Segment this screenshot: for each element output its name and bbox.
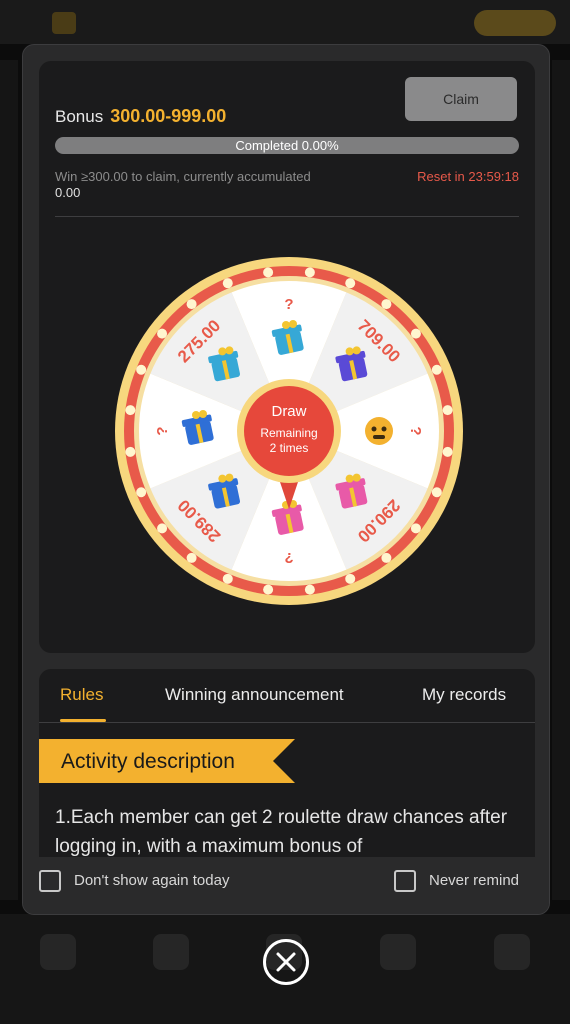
segment-label: ? xyxy=(284,549,293,566)
remaining-count: 2 times xyxy=(270,441,309,455)
activity-description-title: Activity description xyxy=(61,750,235,773)
roulette-wheel-graphic: ?709.00?290.00?289.00?275.00DrawRemainin… xyxy=(115,257,463,605)
rim-light xyxy=(263,584,274,595)
win-requirement-text: Win ≥300.00 to claim, currently accumula… xyxy=(55,169,315,201)
emoji-eye xyxy=(381,426,387,432)
activity-description-text: 1.Each member can get 2 roulette draw ch… xyxy=(55,807,508,857)
rim-light xyxy=(136,364,147,375)
win-requirement-label: Win ≥300.00 to claim, currently accumula… xyxy=(55,169,311,184)
dont-show-checkbox[interactable] xyxy=(39,870,61,892)
background-nav-icon xyxy=(494,934,530,970)
rim-light xyxy=(410,523,421,534)
progress-bar: Completed 0.00% xyxy=(55,137,519,154)
rim-light xyxy=(431,487,442,498)
rim-light xyxy=(186,299,197,310)
remaining-label: Remaining xyxy=(260,426,317,440)
segment-label: ? xyxy=(407,426,424,435)
background-left-column xyxy=(0,60,18,900)
bonus-range: 300.00-999.00 xyxy=(110,106,227,126)
rim-light xyxy=(345,573,356,584)
emoji-face-icon xyxy=(365,417,393,445)
close-icon xyxy=(276,952,296,972)
emoji-mouth xyxy=(373,435,385,439)
tab-divider xyxy=(39,722,535,723)
bonus-roulette-modal: Bonus 300.00-999.00 Claim Completed 0.00… xyxy=(22,44,550,915)
rim-light xyxy=(125,446,136,457)
rim-light xyxy=(222,278,233,289)
bonus-label: Bonus xyxy=(55,107,104,126)
rim-light xyxy=(157,523,168,534)
rim-light xyxy=(222,573,233,584)
gift-bow xyxy=(345,474,354,483)
progress-text: Completed 0.00% xyxy=(235,138,339,153)
rim-light xyxy=(410,328,421,339)
never-remind-checkbox[interactable] xyxy=(394,870,416,892)
background-button xyxy=(474,10,556,36)
rim-light xyxy=(381,299,392,310)
rules-panel: Rules Winning announcement My records Ac… xyxy=(39,669,535,869)
draw-label: Draw xyxy=(271,403,306,420)
gift-bow xyxy=(218,347,227,356)
gift-bow xyxy=(352,473,361,482)
rim-light xyxy=(157,328,168,339)
background-nav-icon xyxy=(40,934,76,970)
gift-bow xyxy=(218,474,227,483)
rim-light xyxy=(345,278,356,289)
gift-bow xyxy=(192,411,200,419)
gift-bow xyxy=(225,473,234,482)
roulette-wheel: ? 709.00? 290.00? 289.00? 275.00 Draw Remainin… xyxy=(114,241,464,621)
claim-button[interactable]: Claim xyxy=(405,77,517,121)
rim-light xyxy=(125,405,136,416)
never-remind-label[interactable]: Never remind xyxy=(429,872,519,889)
bonus-row: Bonus 300.00-999.00 xyxy=(55,106,226,127)
background-header xyxy=(0,0,570,44)
tab-rules[interactable]: Rules xyxy=(60,685,103,715)
dont-show-label[interactable]: Don't show again today xyxy=(74,872,229,889)
reset-countdown: Reset in 23:59:18 xyxy=(417,169,519,184)
rim-light xyxy=(136,487,147,498)
gift-bow xyxy=(345,347,354,356)
rim-light xyxy=(186,552,197,563)
rim-light xyxy=(431,364,442,375)
rim-light xyxy=(304,584,315,595)
emoji-eye xyxy=(371,426,377,432)
segment-label: ? xyxy=(284,296,293,313)
accumulated-value: 0.00 xyxy=(55,185,81,200)
rim-light xyxy=(263,267,274,278)
modal-footer: Don't show again today Never remind xyxy=(23,857,549,914)
rim-light xyxy=(442,405,453,416)
background-nav-icon xyxy=(380,934,416,970)
background-right-column xyxy=(552,60,570,900)
background-nav-icon xyxy=(153,934,189,970)
bonus-card: Bonus 300.00-999.00 Claim Completed 0.00… xyxy=(39,61,535,653)
app-screen: Bonus 300.00-999.00 Claim Completed 0.00… xyxy=(0,0,570,1024)
gift-bow xyxy=(225,346,234,355)
gift-bow xyxy=(289,320,297,328)
rim-light xyxy=(381,552,392,563)
tab-winning-announcement[interactable]: Winning announcement xyxy=(165,685,344,715)
tab-my-records[interactable]: My records xyxy=(422,685,506,715)
close-button[interactable] xyxy=(263,939,309,985)
rim-light xyxy=(442,446,453,457)
background-logo xyxy=(52,12,76,34)
gift-bow xyxy=(199,410,207,418)
rim-light xyxy=(304,267,315,278)
divider xyxy=(55,216,519,217)
segment-label: ? xyxy=(154,426,171,435)
gift-bow xyxy=(352,346,361,355)
gift-bow xyxy=(282,321,290,329)
